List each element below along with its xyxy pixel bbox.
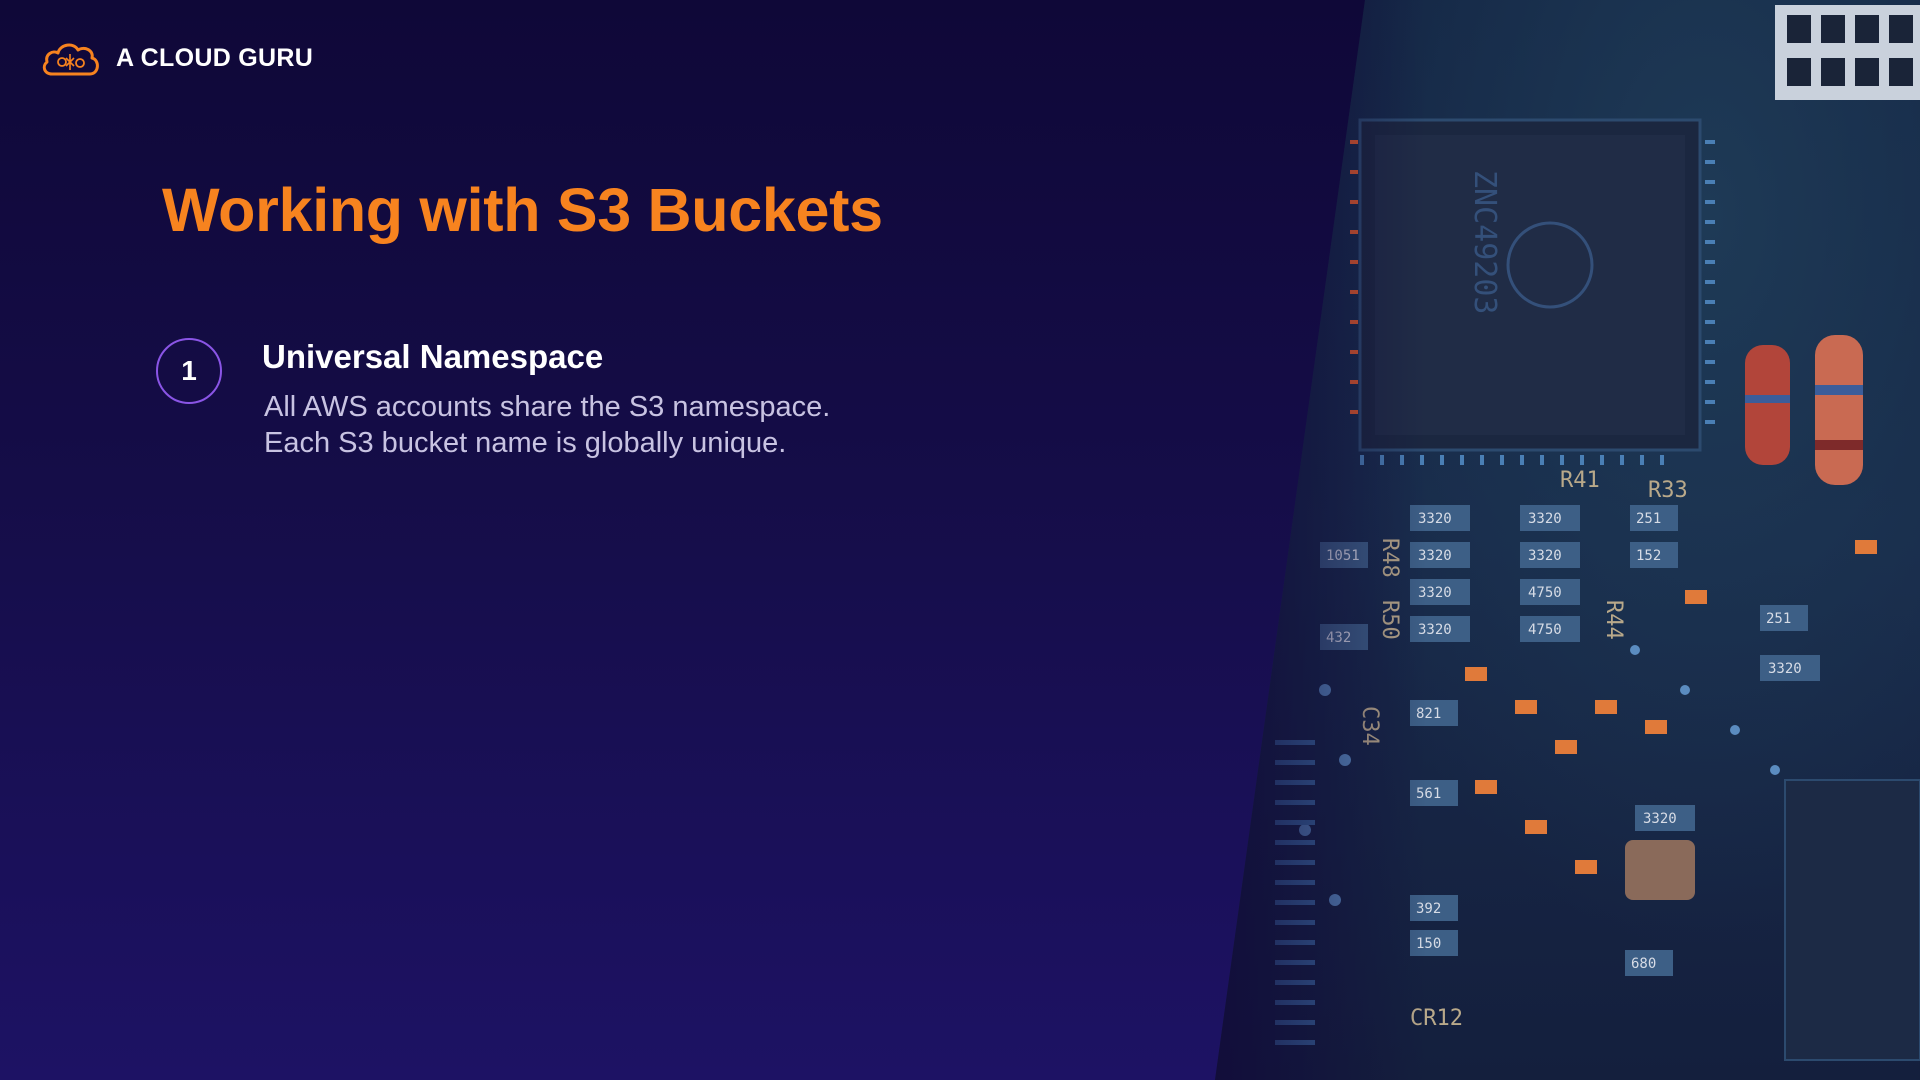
svg-text:R41: R41 bbox=[1560, 468, 1600, 493]
svg-text:4750: 4750 bbox=[1528, 585, 1562, 601]
svg-text:251: 251 bbox=[1766, 611, 1791, 627]
svg-text:4750: 4750 bbox=[1528, 622, 1562, 638]
svg-text:3320: 3320 bbox=[1643, 811, 1677, 827]
brand-name: A CLOUD GURU bbox=[116, 43, 314, 72]
svg-text:3320: 3320 bbox=[1418, 548, 1452, 564]
svg-text:R48: R48 bbox=[1377, 538, 1402, 578]
svg-text:821: 821 bbox=[1416, 706, 1441, 722]
svg-text:C34: C34 bbox=[1357, 706, 1382, 746]
number-badge: 1 bbox=[156, 338, 222, 404]
cloud-logo-icon bbox=[42, 43, 99, 76]
svg-text:R44: R44 bbox=[1601, 600, 1626, 640]
circuit-board-photo: ZNC49203 3320 3320 3320 3320 3320 3320 4… bbox=[1215, 0, 1920, 1080]
svg-text:3320: 3320 bbox=[1528, 511, 1562, 527]
svg-text:R33: R33 bbox=[1648, 478, 1688, 503]
item-description-line: All AWS accounts share the S3 namespace. bbox=[264, 391, 831, 423]
svg-text:3320: 3320 bbox=[1768, 661, 1802, 677]
brand-logo: A CLOUD GURU bbox=[40, 38, 313, 78]
svg-text:3320: 3320 bbox=[1418, 511, 1452, 527]
slide: A CLOUD GURU Working with S3 Buckets 1 U… bbox=[0, 0, 1920, 1080]
list-item: 1 Universal Namespace All AWS accounts s… bbox=[156, 337, 830, 461]
item-description-line: Each S3 bucket name is globally unique. bbox=[264, 427, 787, 459]
svg-text:150: 150 bbox=[1416, 936, 1441, 952]
svg-text:432: 432 bbox=[1326, 630, 1351, 646]
item-body: Universal Namespace All AWS accounts sha… bbox=[262, 337, 830, 461]
svg-text:ZNC49203: ZNC49203 bbox=[1467, 170, 1502, 315]
slide-title: Working with S3 Buckets bbox=[162, 176, 883, 244]
svg-text:1051: 1051 bbox=[1326, 548, 1360, 564]
svg-text:CR12: CR12 bbox=[1410, 1006, 1463, 1031]
svg-text:R50: R50 bbox=[1377, 600, 1402, 640]
item-heading: Universal Namespace bbox=[262, 338, 604, 375]
svg-text:392: 392 bbox=[1416, 901, 1441, 917]
svg-text:251: 251 bbox=[1636, 511, 1661, 527]
svg-text:3320: 3320 bbox=[1418, 585, 1452, 601]
svg-text:152: 152 bbox=[1636, 548, 1661, 564]
svg-text:561: 561 bbox=[1416, 786, 1441, 802]
svg-text:3320: 3320 bbox=[1528, 548, 1562, 564]
circuit-board-illustration: ZNC49203 3320 3320 3320 3320 3320 3320 4… bbox=[1275, 5, 1920, 1061]
svg-text:680: 680 bbox=[1631, 956, 1656, 972]
svg-text:3320: 3320 bbox=[1418, 622, 1452, 638]
